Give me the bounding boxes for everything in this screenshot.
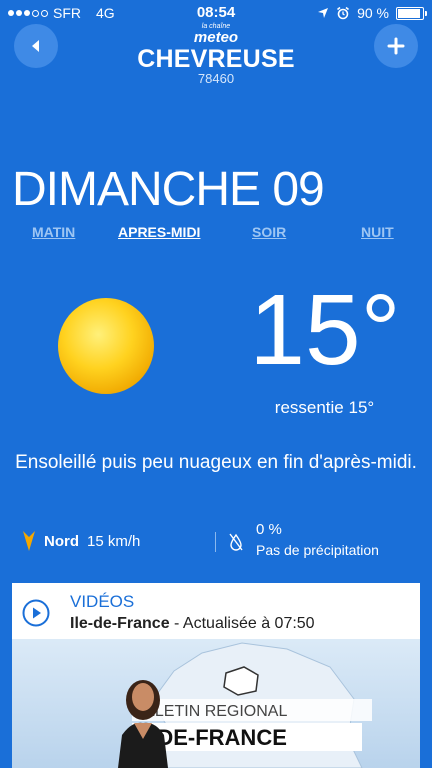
status-right: 90 % (317, 5, 427, 21)
tab-soir[interactable]: SOIR (252, 224, 286, 240)
add-city-button[interactable] (374, 24, 418, 68)
tab-matin[interactable]: MATIN (32, 224, 75, 240)
meteo-logo: la chaîne meteo (194, 23, 238, 46)
tab-apres-midi[interactable]: APRES-MIDI (118, 224, 200, 240)
postcode: 78460 (197, 71, 235, 86)
day-title: DIMANCHE 09 (12, 163, 325, 216)
wind-speed: 15 km/h (87, 532, 141, 550)
video-section-title: VIDÉOS (70, 592, 135, 611)
city-name: CHEVREUSE (137, 45, 295, 73)
location-arrow-icon (318, 8, 329, 18)
video-updated: - Actualisée à 07:50 (169, 615, 315, 632)
plus-icon (387, 37, 405, 55)
video-thumbnail[interactable]: LLETIN REGIONAL -DE-FRANCE (12, 639, 420, 768)
wind-info: Nord 15 km/h (22, 530, 140, 552)
video-card[interactable]: VIDÉOS Ile-de-France - Actualisée à 07:5… (12, 583, 420, 768)
sun-icon (58, 298, 154, 394)
svg-text:LLETIN REGIONAL: LLETIN REGIONAL (146, 703, 287, 720)
weather-description: Ensoleillé puis peu nuageux en fin d'apr… (15, 452, 417, 473)
video-region: Ile-de-France (70, 615, 170, 632)
tab-nuit[interactable]: NUIT (361, 224, 394, 240)
temperature: 15° (249, 274, 401, 386)
precipitation-value: 0 % (256, 521, 282, 538)
no-rain-icon (229, 533, 243, 551)
precipitation-label: Pas de précipitation (256, 542, 379, 558)
video-header: VIDÉOS Ile-de-France - Actualisée à 07:5… (12, 583, 420, 639)
play-icon[interactable] (22, 599, 50, 627)
wind-direction-icon (23, 531, 35, 551)
info-divider (215, 532, 216, 552)
alarm-icon (337, 6, 350, 20)
svg-text:meteo: meteo (194, 29, 238, 46)
feels-like: ressentie 15° (274, 398, 375, 417)
wind-direction: Nord (44, 532, 79, 550)
battery-icon (396, 6, 427, 20)
svg-text:-DE-FRANCE: -DE-FRANCE (150, 725, 287, 750)
battery-percent: 90 % (357, 5, 389, 21)
video-subtitle: Ile-de-France - Actualisée à 07:50 (70, 615, 315, 633)
period-tabs: MATIN APRES-MIDI SOIR NUIT (0, 224, 432, 244)
